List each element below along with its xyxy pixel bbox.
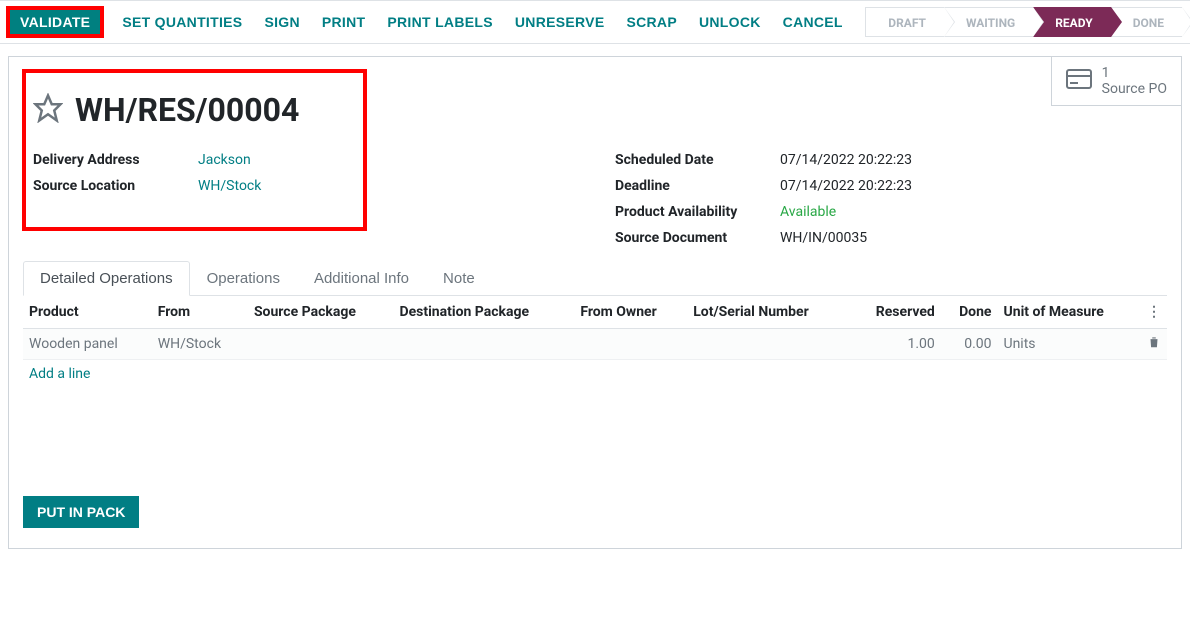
- availability-label: Product Availability: [615, 204, 780, 220]
- unreserve-button[interactable]: UNRESERVE: [513, 10, 607, 34]
- source-location-label: Source Location: [33, 178, 198, 194]
- col-product[interactable]: Product: [23, 296, 152, 329]
- table-row[interactable]: Wooden panel WH/Stock 1.00 0.00 Units: [23, 329, 1167, 360]
- status-arrows: DRAFT WAITING READY DONE: [865, 7, 1182, 37]
- tab-detailed-operations[interactable]: Detailed Operations: [23, 261, 190, 296]
- favorite-star-icon[interactable]: [33, 93, 63, 127]
- cancel-button[interactable]: CANCEL: [781, 10, 845, 34]
- cell-from-owner[interactable]: [574, 329, 687, 360]
- print-button[interactable]: PRINT: [320, 10, 368, 34]
- col-source-package[interactable]: Source Package: [248, 296, 394, 329]
- col-from[interactable]: From: [152, 296, 248, 329]
- detailed-operations-table: Product From Source Package Destination …: [23, 296, 1167, 458]
- trash-icon: [1147, 337, 1161, 353]
- deadline-value: 07/14/2022 20:22:23: [780, 178, 912, 194]
- document-title: WH/RES/00004: [75, 91, 299, 129]
- scheduled-date-value: 07/14/2022 20:22:23: [780, 152, 912, 168]
- cell-delete[interactable]: [1141, 329, 1167, 360]
- tab-bar: Detailed Operations Operations Additiona…: [23, 261, 1167, 296]
- tab-operations[interactable]: Operations: [190, 261, 297, 295]
- status-waiting[interactable]: WAITING: [944, 7, 1033, 37]
- source-location-value[interactable]: WH/Stock: [198, 178, 261, 194]
- tab-additional-info[interactable]: Additional Info: [297, 261, 426, 295]
- cell-done[interactable]: 0.00: [941, 329, 998, 360]
- form-sheet: 1 Source PO WH/RES/00004 Delivery Addres…: [8, 56, 1182, 549]
- scrap-button[interactable]: SCRAP: [624, 10, 679, 34]
- deadline-label: Deadline: [615, 178, 780, 194]
- left-column: Delivery Address Jackson Source Location…: [33, 147, 575, 251]
- col-options[interactable]: ⋮: [1141, 296, 1167, 329]
- validate-button[interactable]: VALIDATE: [8, 8, 102, 36]
- set-quantities-button[interactable]: SET QUANTITIES: [120, 10, 244, 34]
- sign-button[interactable]: SIGN: [262, 10, 301, 34]
- cell-reserved[interactable]: 1.00: [850, 329, 941, 360]
- kebab-icon: ⋮: [1147, 304, 1161, 320]
- col-done[interactable]: Done: [941, 296, 998, 329]
- right-column: Scheduled Date 07/14/2022 20:22:23 Deadl…: [615, 147, 1157, 251]
- status-draft[interactable]: DRAFT: [865, 7, 944, 37]
- print-labels-button[interactable]: PRINT LABELS: [385, 10, 495, 34]
- availability-value: Available: [780, 204, 836, 220]
- cell-uom[interactable]: Units: [998, 329, 1142, 360]
- delivery-address-value[interactable]: Jackson: [198, 152, 251, 168]
- scheduled-date-label: Scheduled Date: [615, 152, 780, 168]
- cell-product[interactable]: Wooden panel: [23, 329, 152, 360]
- unlock-button[interactable]: UNLOCK: [697, 10, 763, 34]
- cell-source-package[interactable]: [248, 329, 394, 360]
- tab-note[interactable]: Note: [426, 261, 492, 295]
- col-destination-package[interactable]: Destination Package: [394, 296, 575, 329]
- col-lot[interactable]: Lot/Serial Number: [687, 296, 850, 329]
- source-doc-label: Source Document: [615, 230, 780, 246]
- col-uom[interactable]: Unit of Measure: [998, 296, 1142, 329]
- action-toolbar: VALIDATE SET QUANTITIES SIGN PRINT PRINT…: [0, 0, 1190, 44]
- source-doc-value: WH/IN/00035: [780, 230, 867, 246]
- cell-lot[interactable]: [687, 329, 850, 360]
- col-reserved[interactable]: Reserved: [850, 296, 941, 329]
- cell-destination-package[interactable]: [394, 329, 575, 360]
- delivery-address-label: Delivery Address: [33, 152, 198, 168]
- status-ready[interactable]: READY: [1033, 7, 1110, 37]
- put-in-pack-button[interactable]: PUT IN PACK: [23, 496, 139, 528]
- add-line-link[interactable]: Add a line: [29, 366, 90, 382]
- cell-from[interactable]: WH/Stock: [152, 329, 248, 360]
- col-from-owner[interactable]: From Owner: [574, 296, 687, 329]
